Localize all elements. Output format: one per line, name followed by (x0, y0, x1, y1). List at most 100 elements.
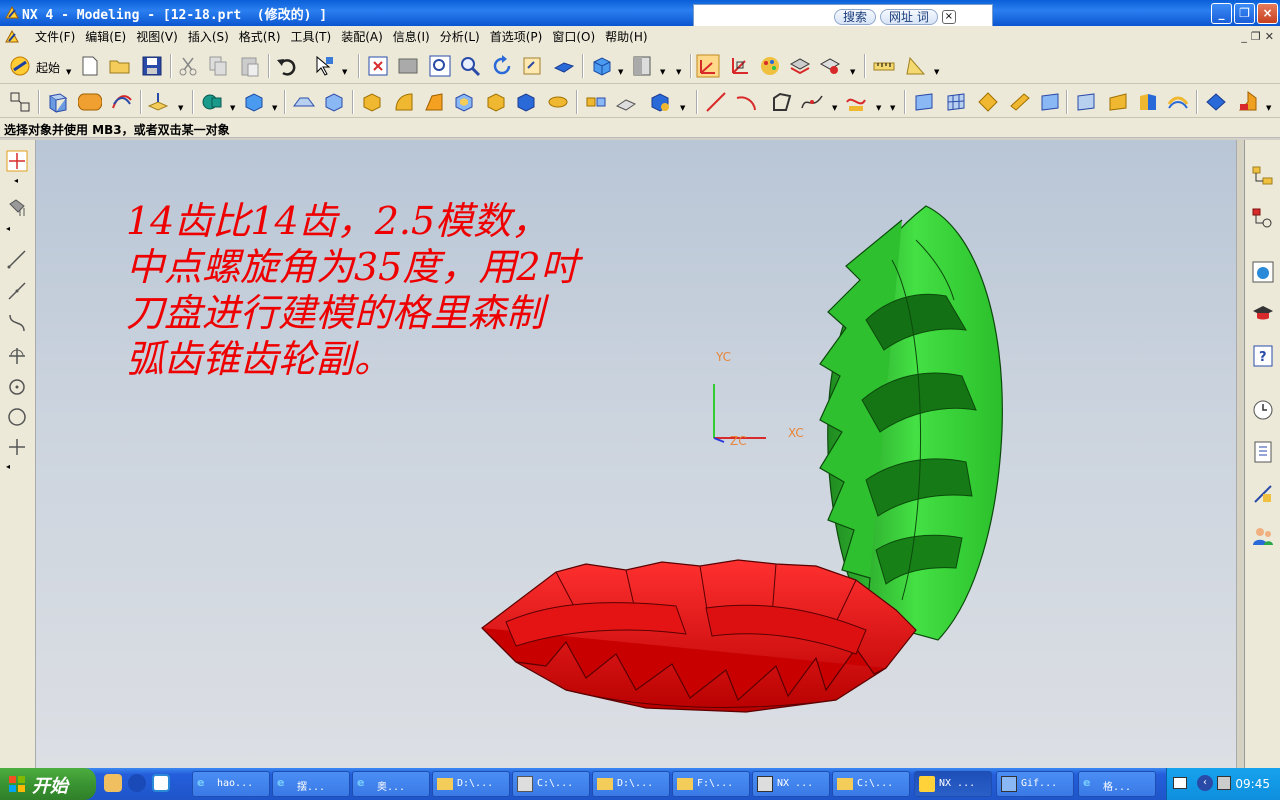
sheet-metal-icon[interactable] (1236, 90, 1260, 114)
quicklaunch-browser-icon[interactable] (152, 774, 170, 792)
open-folder-icon[interactable] (108, 54, 132, 78)
taskbar-button-12[interactable]: e 格... (1078, 771, 1156, 797)
quicklaunch-anchor-icon[interactable] (128, 774, 146, 792)
extension-icon[interactable] (1106, 90, 1130, 114)
web-browser-icon[interactable] (1251, 260, 1275, 284)
menu-help[interactable]: 帮助(H) (600, 29, 652, 45)
selection-dropdown-icon[interactable]: ▼ (342, 68, 347, 76)
block-icon[interactable] (242, 90, 266, 114)
taskbar-button-2[interactable]: e 摆... (272, 771, 350, 797)
left-collapse-icon-3[interactable]: ◂ (6, 462, 10, 471)
network-icon[interactable] (1217, 776, 1231, 790)
bounded-plane-icon[interactable] (1038, 90, 1062, 114)
left-tangent-icon[interactable] (6, 344, 28, 366)
line-icon[interactable] (704, 90, 728, 114)
restore-button[interactable]: ❐ (1234, 3, 1255, 24)
tray-expand-icon[interactable]: ‹ (1197, 775, 1213, 791)
left-line-icon-2[interactable] (6, 280, 28, 302)
surface-dropdown-icon[interactable]: ▼ (1266, 104, 1271, 112)
pan-icon[interactable] (520, 54, 544, 78)
left-line-icon[interactable] (6, 248, 28, 270)
zoom-in-out-icon[interactable] (458, 54, 482, 78)
keyboard-icon[interactable] (1173, 777, 1187, 789)
revolve-icon[interactable] (78, 90, 102, 114)
draft-icon[interactable] (422, 90, 446, 114)
taskbar-button-5[interactable]: C:\... (512, 771, 590, 797)
wcs-dynamics-icon[interactable] (696, 54, 720, 78)
zoom-window-icon[interactable] (396, 54, 420, 78)
selection-filter-icon[interactable] (312, 54, 336, 78)
taskbar-button-9[interactable]: C:\... (832, 771, 910, 797)
assembly-navigator-icon[interactable] (1251, 164, 1275, 188)
menu-tools[interactable]: 工具(T) (286, 29, 337, 45)
red-bevel-gear[interactable] (476, 550, 956, 720)
left-circle-point-icon[interactable] (6, 376, 28, 398)
trimmed-sheet-icon[interactable] (1074, 90, 1098, 114)
menu-edit[interactable]: 编辑(E) (80, 29, 131, 45)
feature-ops-dropdown-icon[interactable]: ▼ (680, 104, 685, 112)
menu-information[interactable]: 信息(I) (388, 29, 435, 45)
process-studio-icon[interactable] (1251, 482, 1275, 506)
arc-icon[interactable] (734, 90, 758, 114)
menu-preferences[interactable]: 首选项(P) (485, 29, 548, 45)
color-palette-icon[interactable] (758, 54, 782, 78)
feature-ops-icon[interactable] (648, 90, 672, 114)
quicklaunch-hand-icon[interactable] (104, 774, 122, 792)
offset-face-icon[interactable] (484, 90, 508, 114)
curve-ops-icon[interactable] (844, 90, 868, 114)
menu-insert[interactable]: 插入(S) (183, 29, 234, 45)
pattern-icon[interactable] (584, 90, 608, 114)
edit-object-display-icon[interactable] (818, 54, 842, 78)
search-tab[interactable]: 搜索 (834, 9, 877, 25)
sew-icon[interactable] (1136, 90, 1160, 114)
url-tab[interactable]: 网址 词 (880, 9, 938, 25)
shaded-view-icon[interactable] (552, 54, 576, 78)
wcs-origin-icon[interactable] (728, 54, 752, 78)
help-icon[interactable]: ? (1251, 344, 1275, 368)
resource-bar-strip[interactable] (1237, 140, 1245, 768)
taskbar-button-6[interactable]: D:\... (592, 771, 670, 797)
ruled-icon[interactable] (1008, 90, 1032, 114)
view-orientation-icon[interactable] (630, 54, 654, 78)
curve-options-icon[interactable]: ▼ (890, 104, 895, 112)
n-sided-surface-icon[interactable] (976, 90, 1000, 114)
render-style-icon[interactable] (590, 54, 614, 78)
toolbar-options-icon[interactable]: ▼ (676, 68, 681, 76)
start-button[interactable]: 起始 (36, 59, 60, 76)
curve-ops-dropdown-icon[interactable]: ▼ (876, 104, 881, 112)
datum-dropdown-icon[interactable]: ▼ (178, 104, 183, 112)
mdi-restore-button[interactable]: ❐ (1251, 30, 1261, 43)
render-style-dropdown-icon[interactable]: ▼ (618, 68, 623, 76)
primitive-dropdown-icon[interactable]: ▼ (272, 104, 277, 112)
menu-assembly[interactable]: 装配(A) (336, 29, 388, 45)
taskbar-button-4[interactable]: D:\... (432, 771, 510, 797)
view-orientation-dropdown-icon[interactable]: ▼ (660, 68, 665, 76)
mdi-minimize-button[interactable]: _ (1241, 30, 1247, 43)
taskbar-button-1[interactable]: e hao... (192, 771, 270, 797)
nx-menu-icon[interactable] (4, 29, 20, 45)
new-file-icon[interactable] (78, 54, 102, 78)
shell-icon[interactable] (452, 90, 476, 114)
boolean-dropdown-icon[interactable]: ▼ (230, 104, 235, 112)
select-point-icon[interactable] (6, 150, 28, 172)
through-curve-mesh-icon[interactable] (944, 90, 968, 114)
spline-icon[interactable] (800, 90, 824, 114)
left-collapse-icon[interactable]: ◂ (14, 176, 18, 185)
start-button[interactable]: 开始 (0, 768, 96, 800)
start-icon[interactable] (8, 54, 32, 78)
hole-icon[interactable] (360, 90, 384, 114)
through-curves-icon[interactable] (912, 90, 936, 114)
extrude-icon[interactable] (46, 90, 70, 114)
fit-view-icon[interactable] (366, 54, 390, 78)
graphics-window[interactable]: 14齿比14齿，2.5模数， 中点螺旋角为35度，用2吋 刀盘进行建模的格里森制… (36, 140, 1236, 768)
datum-plane-icon[interactable] (146, 90, 170, 114)
undo-icon[interactable] (274, 54, 298, 78)
offset-surface-icon[interactable] (1166, 90, 1190, 114)
sweep-icon[interactable] (110, 90, 134, 114)
history-icon[interactable] (1251, 398, 1275, 422)
menu-format[interactable]: 格式(R) (234, 29, 286, 45)
clock[interactable]: 09:45 (1235, 777, 1270, 791)
rotate-icon[interactable] (490, 54, 514, 78)
search-close-icon[interactable]: × (941, 10, 956, 24)
taskbar-button-11[interactable]: Gif... (996, 771, 1074, 797)
